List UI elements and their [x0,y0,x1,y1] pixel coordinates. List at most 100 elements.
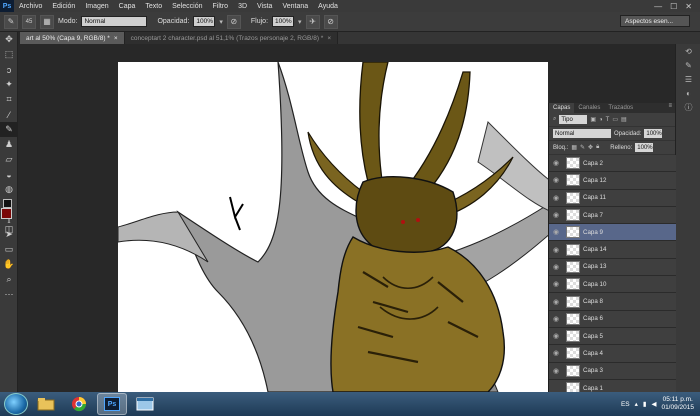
tab-close-icon[interactable]: × [327,35,331,42]
minimize-icon[interactable]: — [654,2,662,11]
foreground-color-swatch[interactable] [1,208,12,219]
chevron-down-icon[interactable]: ▾ [219,18,223,26]
close-icon[interactable]: ✕ [685,2,692,11]
eye-icon[interactable]: ◉ [549,159,563,167]
canvas-area[interactable] [18,44,548,392]
pressure-size-icon[interactable]: ⊘ [323,14,338,29]
mode-select[interactable]: Normal [81,16,148,27]
brush-panel-icon[interactable]: ▦ [40,14,54,29]
document-canvas[interactable] [118,62,548,392]
eye-icon[interactable]: ◉ [549,315,563,323]
start-button[interactable] [4,393,28,415]
shape-tool-icon[interactable]: ▭ [0,242,18,257]
filter-shape-icon[interactable]: ▭ [612,116,618,123]
maximize-icon[interactable]: ☐ [670,2,677,11]
menu-ventana[interactable]: Ventana [277,3,313,10]
panel-menu-icon[interactable]: ≡ [668,103,675,113]
properties-icon[interactable]: ☰ [676,72,700,86]
more-tools-icon[interactable]: ⋯ [0,287,18,302]
clock[interactable]: 05:11 p.m. 01/09/2015 [661,396,694,412]
layer-row[interactable]: ◉ Capa 8 [549,293,676,311]
photoshop-icon[interactable]: Ps [97,393,127,415]
tab-close-icon[interactable]: × [114,35,118,42]
menu-vista[interactable]: Vista [252,3,277,10]
paint-bucket-icon[interactable]: ◒ [0,167,18,182]
menu-ayuda[interactable]: Ayuda [313,3,343,10]
fill-field[interactable]: 100% [635,143,654,152]
eraser-tool-icon[interactable]: ▱ [0,152,18,167]
layer-row[interactable]: ◉ Capa 3 [549,362,676,380]
chevron-down-icon[interactable]: ▾ [298,18,302,26]
filter-select[interactable]: Tipo [559,115,588,124]
lock-all-icon[interactable]: 🔒︎ [596,144,599,151]
menu-archivo[interactable]: Archivo [14,3,47,10]
eye-icon[interactable]: ◉ [549,176,563,184]
tab-canales[interactable]: Canales [574,103,604,113]
lasso-tool-icon[interactable]: ↄ [0,62,18,77]
eye-icon[interactable]: ◉ [549,298,563,306]
language-indicator[interactable]: ES [621,401,630,408]
history-icon[interactable]: ⟲ [676,44,700,58]
tray-arrow-icon[interactable]: ▴ [635,400,638,408]
blend-mode-select[interactable]: Normal [553,129,611,138]
brush-tool-icon[interactable]: ✎ [0,122,18,137]
layer-row[interactable]: ◉ Capa 9 [549,224,676,242]
move-tool-icon[interactable]: ✥ [0,32,18,47]
tab-art[interactable]: art al 50% (Capa 9, RGB/8) * × [20,32,125,44]
eye-icon[interactable]: ◉ [549,332,563,340]
eyedropper-icon[interactable]: ⁄ [0,107,18,122]
eye-icon[interactable]: ◉ [549,211,563,219]
stamp-tool-icon[interactable]: ♟ [0,137,18,152]
layer-row[interactable]: ◉ Capa 4 [549,345,676,363]
eye-icon[interactable]: ◉ [549,246,563,254]
eye-icon[interactable]: ◉ [549,280,563,288]
hand-tool-icon[interactable]: ✋ [0,257,18,272]
brush-size-icon[interactable]: 45 [22,14,36,29]
tab-conceptart[interactable]: conceptart 2 character.psd al 51,1% (Tra… [124,32,339,44]
opacity-field[interactable]: 100% [193,16,216,27]
tab-trazados[interactable]: Trazados [604,103,637,113]
filter-pixel-icon[interactable]: ▣ [590,116,596,123]
brush-tool-preset-icon[interactable]: ✎ [4,14,18,29]
filter-adjust-icon[interactable]: ◑ [599,117,603,123]
menu-imagen[interactable]: Imagen [80,3,113,10]
network-icon[interactable]: ▮ [643,400,647,408]
eye-icon[interactable]: ◉ [549,228,563,236]
filter-smart-icon[interactable]: ▤ [621,116,627,123]
menu-texto[interactable]: Texto [140,3,167,10]
eye-icon[interactable]: ◉ [549,349,563,357]
info-icon[interactable]: ⓘ [676,100,700,114]
layer-row[interactable]: ◉ Capa 7 [549,206,676,225]
folder-icon[interactable] [31,393,61,415]
menu-capa[interactable]: Capa [114,3,141,10]
brush-presets-icon[interactable]: ✎ [676,58,700,72]
eye-icon[interactable]: ◉ [549,263,563,271]
flow-field[interactable]: 100% [272,16,295,27]
eye-icon[interactable]: ◉ [549,367,563,375]
menu-filtro[interactable]: Filtro [208,3,234,10]
pressure-opacity-icon[interactable]: ⊘ [226,14,241,29]
layer-row[interactable]: ◉ Capa 2 [549,155,676,173]
workspace-select[interactable]: Aspectos esen... [620,15,690,27]
menu-3d[interactable]: 3D [233,3,252,10]
layer-row[interactable]: ◉ Capa 5 [549,327,676,346]
lock-transparent-icon[interactable]: ▦ [571,144,577,151]
blur-tool-icon[interactable]: ◍ [0,182,18,197]
layer-row[interactable]: ◉ Capa 12 [549,172,676,190]
tab-capas[interactable]: Capas [549,103,575,113]
background-color-swatch[interactable] [3,199,12,208]
layer-row[interactable]: Capa 1 [549,379,676,392]
adjustments-icon[interactable]: ◐ [676,86,700,100]
marquee-tool-icon[interactable]: ⬚ [0,47,18,62]
zoom-tool-icon[interactable]: ⌕ [0,272,18,287]
eye-icon[interactable]: ◉ [549,194,563,202]
layer-row[interactable]: ◉ Capa 13 [549,258,676,277]
layer-row[interactable]: ◉ Capa 11 [549,189,676,207]
layer-row[interactable]: ◉ Capa 10 [549,276,676,294]
layer-row[interactable]: ◉ Capa 6 [549,310,676,328]
chrome-icon[interactable] [64,393,94,415]
filter-type-icon[interactable]: T [606,117,610,123]
window-icon[interactable] [130,393,160,415]
magic-wand-icon[interactable]: ✦ [0,77,18,92]
lock-move-icon[interactable]: ✥ [588,144,593,151]
